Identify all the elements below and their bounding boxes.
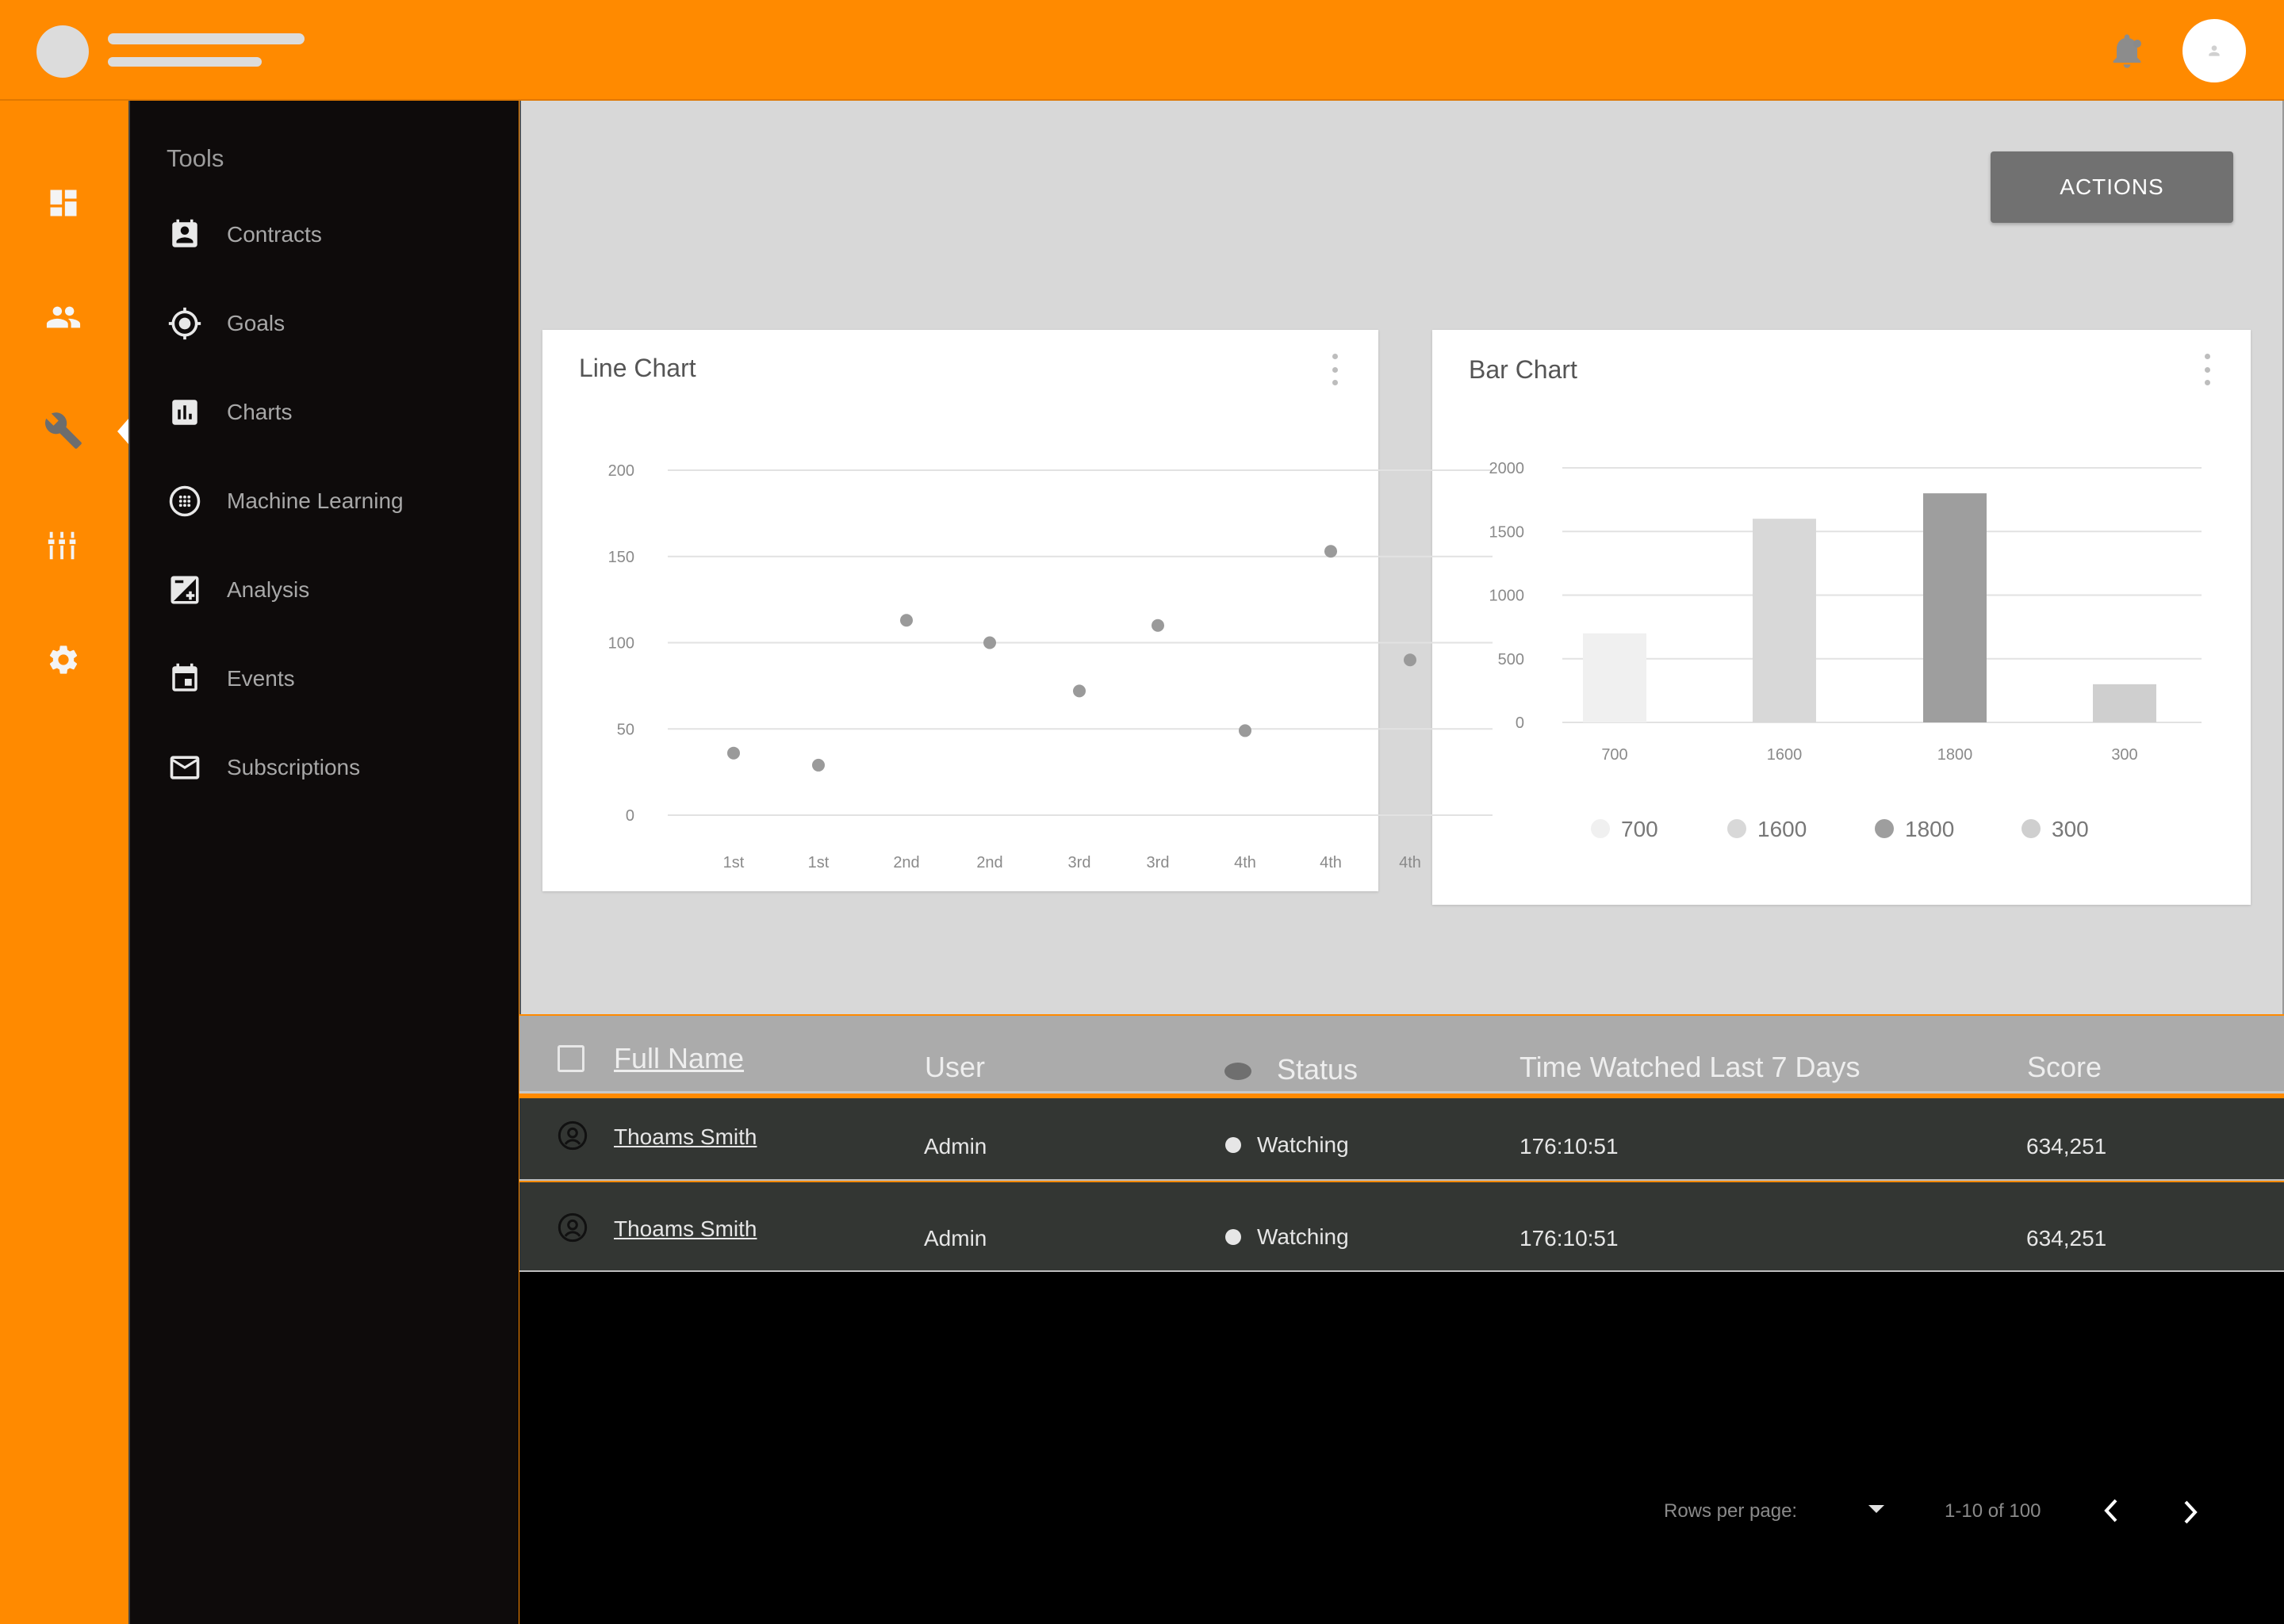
line-chart-card xyxy=(542,330,1378,891)
status-dot xyxy=(1225,1229,1241,1245)
contract-icon xyxy=(167,216,203,253)
table-row[interactable] xyxy=(519,1182,2284,1272)
logo-subtext-placeholder xyxy=(108,57,262,67)
column-header-user[interactable]: User xyxy=(925,1051,985,1084)
calendar-icon xyxy=(167,661,203,697)
top-header xyxy=(0,0,2284,101)
notification-dot xyxy=(2133,40,2141,48)
bar-chart-icon xyxy=(167,394,203,431)
sidebar-section-title: Tools xyxy=(167,144,224,172)
account-circle-icon xyxy=(558,1120,588,1151)
sidebar-item-label: Contracts xyxy=(227,222,322,247)
column-header-status[interactable]: Status xyxy=(1277,1053,1358,1086)
chevron-left-icon[interactable] xyxy=(2102,1497,2122,1524)
status-dot xyxy=(1225,1137,1241,1153)
target-icon xyxy=(167,305,203,342)
mail-icon xyxy=(167,749,203,786)
gear-icon[interactable] xyxy=(41,638,86,682)
exposure-icon xyxy=(167,572,203,608)
column-header-time-watched[interactable]: Time Watched Last 7 Days xyxy=(1519,1051,1861,1084)
sidebar-item-events[interactable]: Events xyxy=(167,652,500,706)
sidebar-item-label: Analysis xyxy=(227,577,310,602)
sidebar-item-label: Subscriptions xyxy=(227,755,361,779)
sidebar-item-machine-learning[interactable]: Machine Learning xyxy=(167,474,500,528)
bar-chart-card xyxy=(1432,330,2251,905)
sidebar-item-label: Charts xyxy=(227,400,293,424)
sidebar-item-label: Goals xyxy=(227,311,286,335)
status-header-indicator xyxy=(1224,1063,1251,1080)
column-header-score[interactable]: Score xyxy=(2027,1051,2102,1084)
person-icon xyxy=(2209,45,2220,56)
row-user: Admin xyxy=(924,1226,987,1251)
sidebar-item-goals[interactable]: Goals xyxy=(167,297,500,350)
more-vert-icon[interactable] xyxy=(1330,354,1339,385)
dots-circle-icon xyxy=(167,483,203,519)
row-time-watched: 176:10:51 xyxy=(1519,1134,1619,1159)
bell-icon[interactable] xyxy=(2106,30,2148,71)
row-full-name-link[interactable]: Thoams Smith xyxy=(614,1124,757,1150)
wrench-icon[interactable] xyxy=(41,408,86,453)
table-header xyxy=(519,1016,2284,1094)
line-chart-title: Line Chart xyxy=(579,354,696,382)
account-circle-icon xyxy=(558,1212,588,1243)
sidebar-item-charts[interactable]: Charts xyxy=(167,385,500,439)
row-time-watched: 176:10:51 xyxy=(1519,1226,1619,1251)
pagination-range: 1-10 of 100 xyxy=(1945,1500,2041,1522)
column-header-full-name[interactable]: Full Name xyxy=(614,1042,744,1075)
logo-mark xyxy=(36,25,89,78)
row-user: Admin xyxy=(924,1134,987,1159)
equalizer-icon[interactable] xyxy=(41,523,86,568)
more-vert-icon[interactable] xyxy=(2202,354,2212,385)
people-icon[interactable] xyxy=(41,295,86,339)
user-avatar[interactable] xyxy=(2182,19,2246,82)
caret-down-icon[interactable] xyxy=(1867,1503,1886,1515)
table-row[interactable] xyxy=(519,1098,2284,1181)
active-indicator xyxy=(117,419,128,444)
row-full-name-link[interactable]: Thoams Smith xyxy=(614,1216,757,1242)
table-footer xyxy=(519,1272,2284,1624)
sidebar-item-analysis[interactable]: Analysis xyxy=(167,563,500,617)
row-status: Watching xyxy=(1257,1132,1349,1157)
bar-chart-title: Bar Chart xyxy=(1469,355,1577,384)
sidebar-item-subscriptions[interactable]: Subscriptions xyxy=(167,741,500,795)
row-score: 634,251 xyxy=(2026,1226,2107,1251)
actions-button[interactable]: ACTIONS xyxy=(1991,151,2233,223)
sidebar-item-contracts[interactable]: Contracts xyxy=(167,208,500,262)
row-score: 634,251 xyxy=(2026,1134,2107,1159)
logo-text-placeholder xyxy=(108,33,305,44)
dashboard-icon[interactable] xyxy=(41,181,86,225)
select-all-checkbox[interactable] xyxy=(558,1045,584,1072)
chevron-right-icon[interactable] xyxy=(2179,1499,2200,1526)
rows-per-page-label: Rows per page: xyxy=(1664,1500,1798,1522)
row-status: Watching xyxy=(1257,1224,1349,1249)
sidebar-item-label: Machine Learning xyxy=(227,488,404,513)
sidebar-item-label: Events xyxy=(227,666,295,691)
